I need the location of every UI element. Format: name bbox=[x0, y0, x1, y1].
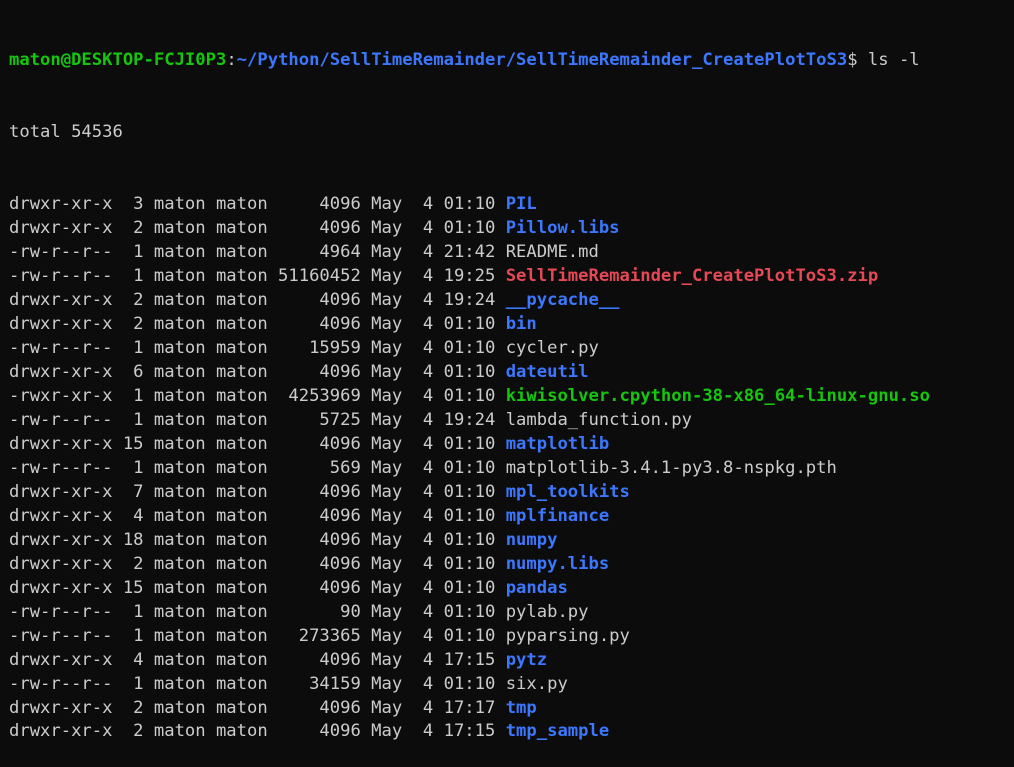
listing-row: -rw-r--r-- 1 maton maton 34159 May 4 01:… bbox=[9, 672, 1014, 696]
entry-details: -rw-r--r-- 1 maton maton 4964 May 4 21:4… bbox=[9, 242, 506, 262]
entry-details: -rwxr-xr-x 1 maton maton 4253969 May 4 0… bbox=[9, 386, 506, 406]
listing-row: drwxr-xr-x 4 maton maton 4096 May 4 01:1… bbox=[9, 504, 1014, 528]
listing-row: -rw-r--r-- 1 maton maton 273365 May 4 01… bbox=[9, 624, 1014, 648]
entry-name: numpy.libs bbox=[505, 554, 610, 574]
listing-row: -rw-r--r-- 1 maton maton 51160452 May 4 … bbox=[9, 264, 1014, 288]
entry-name: tmp bbox=[505, 698, 537, 718]
file-listing: drwxr-xr-x 3 maton maton 4096 May 4 01:1… bbox=[9, 192, 1014, 743]
entry-name: pandas bbox=[505, 578, 568, 598]
listing-row: drwxr-xr-x 2 maton maton 4096 May 4 01:1… bbox=[9, 216, 1014, 240]
listing-row: drwxr-xr-x 2 maton maton 4096 May 4 01:1… bbox=[9, 552, 1014, 576]
entry-details: -rw-r--r-- 1 maton maton 51160452 May 4 … bbox=[9, 266, 506, 286]
terminal-window[interactable]: maton@DESKTOP-FCJI0P3:~/Python/SellTimeR… bbox=[0, 0, 1014, 741]
entry-name: dateutil bbox=[505, 362, 589, 382]
prompt-symbol: $ bbox=[847, 50, 858, 70]
entry-details: drwxr-xr-x 4 maton maton 4096 May 4 01:1… bbox=[9, 506, 506, 526]
listing-row: drwxr-xr-x 2 maton maton 4096 May 4 17:1… bbox=[9, 696, 1014, 720]
listing-row: -rwxr-xr-x 1 maton maton 4253969 May 4 0… bbox=[9, 384, 1014, 408]
total-line: total 54536 bbox=[9, 122, 123, 142]
entry-details: drwxr-xr-x 18 maton maton 4096 May 4 01:… bbox=[9, 530, 506, 550]
entry-name: __pycache__ bbox=[505, 290, 620, 310]
entry-name: matplotlib-3.4.1-py3.8-nspkg.pth bbox=[505, 458, 837, 478]
listing-row: -rw-r--r-- 1 maton maton 4964 May 4 21:4… bbox=[9, 240, 1014, 264]
entry-name: lambda_function.py bbox=[505, 410, 692, 430]
entry-name: bin bbox=[505, 314, 537, 334]
entry-details: drwxr-xr-x 4 maton maton 4096 May 4 17:1… bbox=[9, 650, 506, 670]
entry-details: drwxr-xr-x 2 maton maton 4096 May 4 01:1… bbox=[9, 314, 506, 334]
listing-row: drwxr-xr-x 15 maton maton 4096 May 4 01:… bbox=[9, 432, 1014, 456]
entry-details: drwxr-xr-x 7 maton maton 4096 May 4 01:1… bbox=[9, 482, 506, 502]
listing-row: drwxr-xr-x 2 maton maton 4096 May 4 19:2… bbox=[9, 288, 1014, 312]
listing-row: -rw-r--r-- 1 maton maton 5725 May 4 19:2… bbox=[9, 408, 1014, 432]
entry-details: drwxr-xr-x 6 maton maton 4096 May 4 01:1… bbox=[9, 362, 506, 382]
entry-details: drwxr-xr-x 2 maton maton 4096 May 4 01:1… bbox=[9, 554, 506, 574]
entry-details: -rw-r--r-- 1 maton maton 34159 May 4 01:… bbox=[9, 674, 506, 694]
listing-row: drwxr-xr-x 15 maton maton 4096 May 4 01:… bbox=[9, 576, 1014, 600]
entry-name: PIL bbox=[505, 194, 537, 214]
entry-details: drwxr-xr-x 15 maton maton 4096 May 4 01:… bbox=[9, 578, 506, 598]
listing-row: drwxr-xr-x 2 maton maton 4096 May 4 01:1… bbox=[9, 312, 1014, 336]
prompt-line: maton@DESKTOP-FCJI0P3:~/Python/SellTimeR… bbox=[9, 48, 1014, 72]
entry-name: mplfinance bbox=[505, 506, 610, 526]
command-text: ls -l bbox=[857, 50, 920, 70]
entry-details: drwxr-xr-x 15 maton maton 4096 May 4 01:… bbox=[9, 434, 506, 454]
prompt-user-host: maton@DESKTOP-FCJI0P3 bbox=[9, 50, 227, 70]
prompt-separator: : bbox=[226, 50, 237, 70]
entry-name: tmp_sample bbox=[505, 721, 610, 741]
entry-details: drwxr-xr-x 2 maton maton 4096 May 4 17:1… bbox=[9, 698, 506, 718]
entry-details: drwxr-xr-x 2 maton maton 4096 May 4 01:1… bbox=[9, 218, 506, 238]
listing-row: drwxr-xr-x 2 maton maton 4096 May 4 17:1… bbox=[9, 719, 1014, 743]
entry-name: pyparsing.py bbox=[505, 626, 630, 646]
entry-details: drwxr-xr-x 2 maton maton 4096 May 4 17:1… bbox=[9, 721, 506, 741]
entry-name: mpl_toolkits bbox=[505, 482, 630, 502]
entry-name: numpy bbox=[505, 530, 558, 550]
entry-name: pylab.py bbox=[505, 602, 589, 622]
entry-name: kiwisolver.cpython-38-x86_64-linux-gnu.s… bbox=[505, 386, 930, 406]
entry-name: pytz bbox=[505, 650, 548, 670]
entry-name: Pillow.libs bbox=[505, 218, 620, 238]
entry-details: -rw-r--r-- 1 maton maton 90 May 4 01:10 bbox=[9, 602, 506, 622]
entry-details: -rw-r--r-- 1 maton maton 15959 May 4 01:… bbox=[9, 338, 506, 358]
entry-name: README.md bbox=[505, 242, 599, 262]
entry-name: cycler.py bbox=[505, 338, 599, 358]
prompt-path: ~/Python/SellTimeRemainder/SellTimeRemai… bbox=[236, 50, 848, 70]
listing-row: drwxr-xr-x 7 maton maton 4096 May 4 01:1… bbox=[9, 480, 1014, 504]
entry-details: drwxr-xr-x 3 maton maton 4096 May 4 01:1… bbox=[9, 194, 506, 214]
entry-details: drwxr-xr-x 2 maton maton 4096 May 4 19:2… bbox=[9, 290, 506, 310]
entry-details: -rw-r--r-- 1 maton maton 569 May 4 01:10 bbox=[9, 458, 506, 478]
entry-name: six.py bbox=[505, 674, 568, 694]
listing-row: -rw-r--r-- 1 maton maton 15959 May 4 01:… bbox=[9, 336, 1014, 360]
entry-details: -rw-r--r-- 1 maton maton 5725 May 4 19:2… bbox=[9, 410, 506, 430]
listing-row: -rw-r--r-- 1 maton maton 569 May 4 01:10… bbox=[9, 456, 1014, 480]
listing-row: drwxr-xr-x 18 maton maton 4096 May 4 01:… bbox=[9, 528, 1014, 552]
entry-name: SellTimeRemainder_CreatePlotToS3.zip bbox=[505, 266, 879, 286]
listing-row: drwxr-xr-x 3 maton maton 4096 May 4 01:1… bbox=[9, 192, 1014, 216]
entry-details: -rw-r--r-- 1 maton maton 273365 May 4 01… bbox=[9, 626, 506, 646]
listing-row: drwxr-xr-x 4 maton maton 4096 May 4 17:1… bbox=[9, 648, 1014, 672]
entry-name: matplotlib bbox=[505, 434, 610, 454]
listing-row: -rw-r--r-- 1 maton maton 90 May 4 01:10 … bbox=[9, 600, 1014, 624]
listing-row: drwxr-xr-x 6 maton maton 4096 May 4 01:1… bbox=[9, 360, 1014, 384]
